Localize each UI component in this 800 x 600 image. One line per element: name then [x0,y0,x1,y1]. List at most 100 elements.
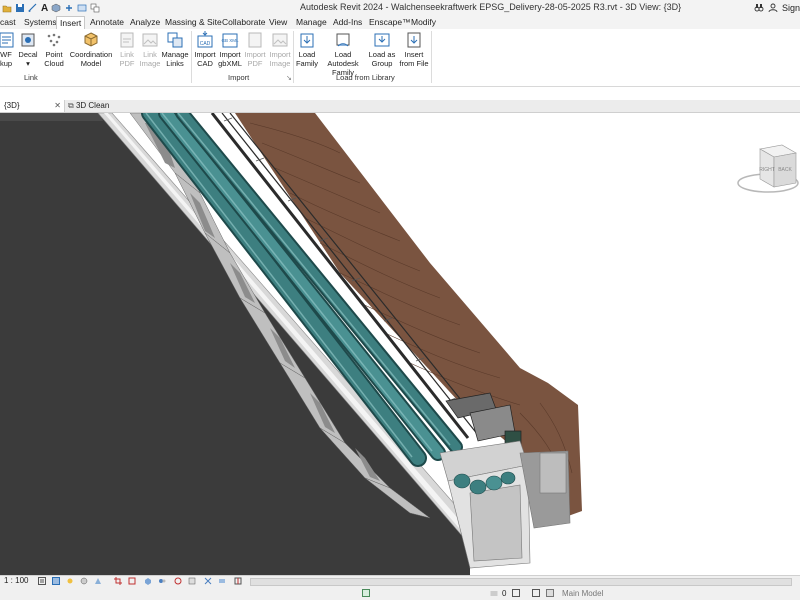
decal-button[interactable]: Decal ▾ [16,31,40,68]
decal-icon [21,33,35,47]
coordination-model-button[interactable]: Coordination Model [68,31,114,68]
view-scale[interactable]: 1 : 100 [4,576,28,585]
reveal-constraints-icon[interactable] [234,577,242,585]
import-cad-button[interactable]: CAD Import CAD [193,31,217,68]
view-tab-3d-clean[interactable]: ⧉ 3D Clean [64,100,113,112]
insert-from-file-icon [407,32,421,48]
filter-icon[interactable] [532,589,540,597]
view-tab-bar: {3D} ✕ ⧉ 3D Clean [0,100,800,113]
open-icon[interactable] [2,3,12,13]
link-image-button[interactable]: Link Image [139,31,161,68]
rendering-icon[interactable] [94,577,102,585]
tab-enscape[interactable]: Enscape™ [369,16,411,29]
import-pdf-button[interactable]: Import PDF [243,31,267,68]
link-image-icon [142,33,158,47]
viewcube-right-label: RIGHT [759,167,775,173]
model-dropdown-icon[interactable] [546,589,554,597]
tab-insert[interactable]: Insert [56,16,86,29]
tab-view[interactable]: View [269,16,287,29]
status-bar: 0 Main Model [0,587,800,600]
worksets-icon[interactable] [362,589,370,597]
point-cloud-icon [47,33,61,47]
panel-label-load-from-library: Load from Library [336,73,395,82]
load-as-group-icon [374,33,390,47]
point-cloud-button[interactable]: Point Cloud [42,31,66,68]
tab-add-ins[interactable]: Add-Ins [333,16,362,29]
horizontal-scrollbar[interactable] [250,578,792,586]
workset-value: 0 [502,589,507,598]
viewcube-back-label: BACK [778,167,792,173]
text-icon[interactable]: A [41,3,48,14]
panel-expand-icon[interactable]: ↘ [286,74,292,82]
manage-links-button[interactable]: Manage Links [161,31,189,68]
active-model-dropdown[interactable]: Main Model [562,589,603,598]
load-autodesk-family-icon [336,33,350,47]
import-image-button[interactable]: Import Image [268,31,292,68]
lock-3d-view-icon[interactable] [144,577,152,585]
insert-from-file-button[interactable]: Insert from File [399,31,429,68]
detail-level-icon[interactable] [38,577,46,585]
thin-lines-icon[interactable] [77,3,87,13]
shadows-icon[interactable] [80,577,88,585]
tab-manage[interactable]: Manage [296,16,327,29]
ribbon-panel: WF kup Decal ▾ Point Cloud Coordination Mode… [0,29,800,87]
viewcube: RIGHT BACK [737,144,799,193]
visual-style-icon[interactable] [52,577,60,585]
ribbon-tab-bar: cast Systems Insert Annotate Analyze Mas… [0,16,800,29]
dwf-markup-button[interactable]: WF kup [0,31,14,68]
tab-modify[interactable]: Modify [411,16,436,29]
quick-access-toolbar: A [0,0,100,16]
view-tab-3d[interactable]: {3D} ✕ [0,100,65,112]
coordination-model-icon [84,32,98,47]
sun-path-icon[interactable] [66,577,74,585]
link-pdf-button[interactable]: Link PDF [116,31,138,68]
model-canvas: RIGHT BACK [0,113,799,575]
3d-viewport[interactable]: RIGHT BACK [0,113,800,575]
svg-text:CAD: CAD [200,41,211,47]
dam-top-face [0,113,103,121]
panel-label-link: Link [24,73,38,82]
3d-view-icon[interactable] [51,3,61,13]
view-control-bar: 1 : 100 [0,575,800,587]
save-icon[interactable] [15,3,25,13]
import-pdf-icon [248,32,262,48]
panel-divider [431,31,432,83]
show-crop-icon[interactable] [128,577,136,585]
sign-in-link[interactable]: Sign [782,3,800,13]
title-bar: A Autodesk Revit 2024 - Walchenseekraftw… [0,0,800,16]
binoculars-icon[interactable] [754,3,764,13]
app-title: Autodesk Revit 2024 - Walchenseekraftwer… [300,2,682,12]
link-pdf-icon [120,32,134,48]
highlight-displacement-icon[interactable] [218,577,226,585]
worksharing-display-icon[interactable] [188,577,196,585]
reveal-hidden-icon[interactable] [174,577,182,585]
design-options-icon[interactable] [512,589,520,597]
load-autodesk-family-button[interactable]: Load Autodesk Family [319,31,367,77]
tab-precast[interactable]: cast [0,16,16,29]
panel-divider [191,31,192,83]
load-as-group-button[interactable]: Load as Group [368,31,396,68]
3d-view-icon: ⧉ [68,101,74,110]
section-icon[interactable] [64,3,74,13]
load-family-button[interactable]: Load Family [294,31,320,68]
switch-windows-icon[interactable] [90,3,100,13]
tab-analyze[interactable]: Analyze [130,16,160,29]
tab-massing-site[interactable]: Massing & Site [165,16,222,29]
temporary-hide-icon[interactable] [158,577,166,585]
import-gbxml-icon: GB XML [221,33,239,48]
measure-icon[interactable] [28,3,38,13]
load-family-icon [300,33,314,48]
dwf-markup-icon [0,32,14,48]
tab-systems[interactable]: Systems [24,16,57,29]
close-icon[interactable]: ✕ [54,100,61,112]
svg-text:GB XML: GB XML [221,38,239,43]
tab-annotate[interactable]: Annotate [90,16,124,29]
crop-view-icon[interactable] [114,577,122,585]
editable-only-icon[interactable] [490,589,498,597]
import-image-icon [272,33,288,47]
analytical-model-icon[interactable] [204,577,212,585]
user-icon[interactable] [768,3,778,13]
import-gbxml-button[interactable]: GB XML Import gbXML [218,31,242,68]
import-cad-icon: CAD [197,31,213,48]
tab-collaborate[interactable]: Collaborate [222,16,265,29]
